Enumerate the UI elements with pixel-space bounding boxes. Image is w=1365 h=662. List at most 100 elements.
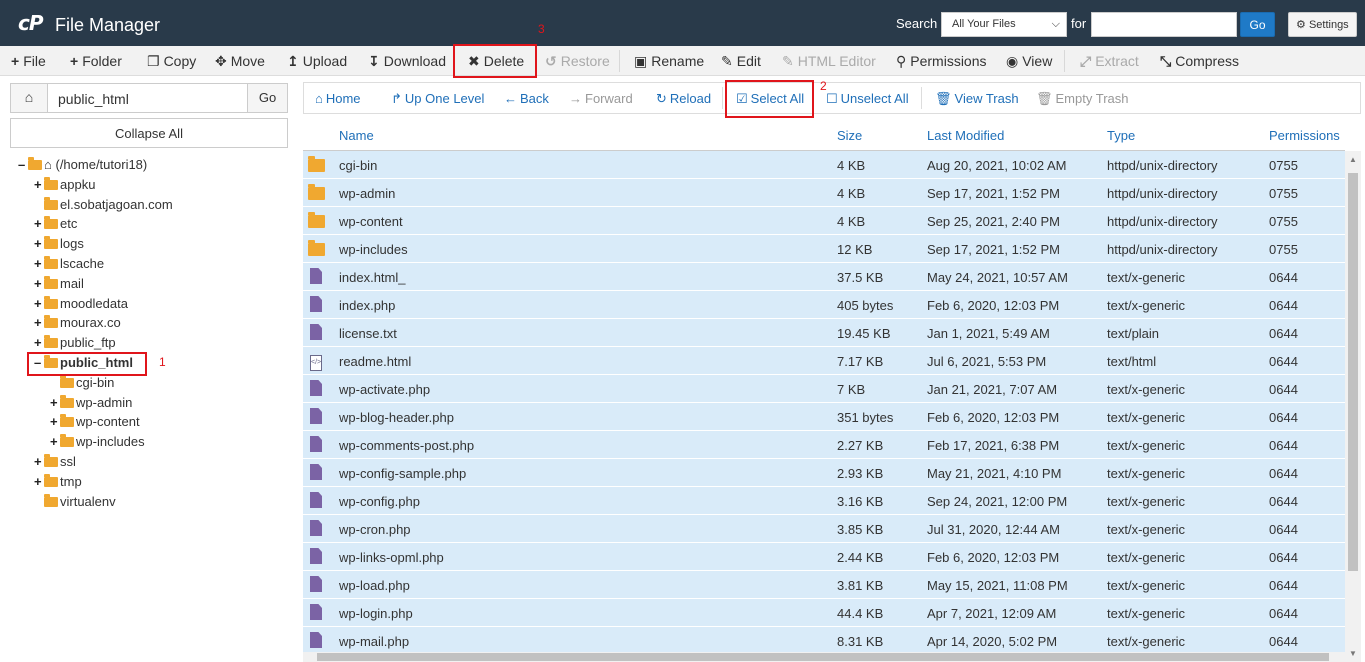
tree-item-wp-admin[interactable]: + wp-admin [50, 395, 132, 415]
vertical-scrollbar[interactable]: ▲ ▼ [1345, 151, 1361, 662]
path-input[interactable]: public_html [58, 91, 129, 107]
horizontal-scrollbar[interactable] [303, 652, 1345, 662]
expand-toggle[interactable]: + [50, 395, 60, 410]
tree-item-cgi-bin[interactable]: cgi-bin [50, 375, 114, 395]
expand-toggle[interactable]: + [34, 335, 44, 350]
expand-toggle[interactable]: + [34, 177, 44, 192]
settings-button[interactable]: ⚙ Settings [1288, 12, 1357, 37]
column-header-name[interactable]: Name [339, 128, 374, 143]
home-icon[interactable]: ⌂ [11, 84, 48, 112]
move-button[interactable]: ✥ Move [215, 53, 265, 70]
copy-button[interactable]: ❐ Copy [147, 53, 196, 70]
expand-toggle[interactable]: + [34, 236, 44, 251]
file-row[interactable]: wp-blog-header.php 351 bytes Feb 6, 2020, … [303, 403, 1345, 431]
collapse-all-button[interactable]: Collapse All [10, 118, 288, 148]
tree-item-tmp[interactable]: + tmp [34, 474, 82, 494]
expand-toggle[interactable]: + [34, 315, 44, 330]
file-row[interactable]: wp-includes 12 KB Sep 17, 2021, 1:52 PM htt… [303, 235, 1345, 263]
extract-button[interactable]: ⤢ Extract [1080, 53, 1139, 70]
file-modified: Sep 17, 2021, 1:52 PM [927, 242, 1060, 257]
tree-item-virtualenv[interactable]: virtualenv [34, 494, 116, 514]
reload-button[interactable]: ↻ Reload [656, 91, 711, 107]
up-one-level-button[interactable]: ↱ Up One Level [391, 91, 484, 107]
tree-item-moodledata[interactable]: + moodledata [34, 296, 128, 316]
download-button[interactable]: ↧ Download [368, 53, 446, 70]
permissions-button[interactable]: ⚲ Permissions [896, 53, 987, 70]
file-row[interactable]: wp-admin 4 KB Sep 17, 2021, 1:52 PM httpd/u… [303, 179, 1345, 207]
expand-toggle[interactable]: + [34, 296, 44, 311]
file-row[interactable]: index.php 405 bytes Feb 6, 2020, 12:03 PM t… [303, 291, 1345, 319]
collapse-toggle[interactable]: – [18, 157, 28, 172]
compress-button[interactable]: ⤡ Compress [1160, 53, 1239, 70]
tree-item-appku[interactable]: + appku [34, 177, 95, 197]
column-header-modified[interactable]: Last Modified [927, 128, 1004, 143]
scrollbar-thumb[interactable] [317, 653, 1329, 661]
permissions-label: Permissions [910, 53, 987, 69]
file-row[interactable]: wp-config.php 3.16 KB Sep 24, 2021, 12:00 … [303, 487, 1345, 515]
scroll-up-icon[interactable]: ▲ [1349, 155, 1357, 164]
file-modified: Sep 17, 2021, 1:52 PM [927, 186, 1060, 201]
upload-button[interactable]: ↥ Upload [287, 53, 347, 70]
column-header-size[interactable]: Size [837, 128, 862, 143]
file-row[interactable]: wp-mail.php 8.31 KB Apr 14, 2020, 5:02 PM t… [303, 627, 1345, 655]
expand-toggle[interactable]: + [34, 256, 44, 271]
unselect-all-button[interactable]: ☐ Unselect All [826, 91, 909, 107]
new-folder-button[interactable]: + Folder [70, 53, 122, 69]
file-row[interactable]: cgi-bin 4 KB Aug 20, 2021, 10:02 AM httpd/u… [303, 151, 1345, 179]
tree-item-lscache[interactable]: + lscache [34, 256, 104, 276]
file-row[interactable]: wp-content 4 KB Sep 25, 2021, 2:40 PM httpd… [303, 207, 1345, 235]
tree-root[interactable]: – ⌂ (/home/tutori18) [18, 157, 147, 177]
annotation-number: 2 [820, 79, 827, 93]
column-header-type[interactable]: Type [1107, 128, 1135, 143]
home-button[interactable]: ⌂ Home [315, 91, 361, 106]
tree-root-label: (/home/tutori18) [55, 157, 148, 172]
file-permissions: 0644 [1269, 634, 1298, 649]
tree-item-el-sobatjagoan[interactable]: el.sobatjagoan.com [34, 197, 173, 217]
expand-toggle[interactable]: + [50, 414, 60, 429]
file-row[interactable]: license.txt 19.45 KB Jan 1, 2021, 5:49 AM t… [303, 319, 1345, 347]
scroll-down-icon[interactable]: ▼ [1349, 649, 1357, 658]
search-scope-select[interactable]: All Your Files ⌵ [941, 12, 1067, 37]
scrollbar-thumb[interactable] [1348, 173, 1358, 571]
file-row[interactable]: index.html_ 37.5 KB May 24, 2021, 10:57 AM… [303, 263, 1345, 291]
file-modified: Jan 21, 2021, 7:07 AM [927, 382, 1058, 397]
expand-toggle[interactable]: + [34, 276, 44, 291]
tree-item-wp-includes[interactable]: + wp-includes [50, 434, 145, 454]
file-permissions: 0644 [1269, 494, 1298, 509]
file-row[interactable]: wp-cron.php 3.85 KB Jul 31, 2020, 12:44 AM… [303, 515, 1345, 543]
html-editor-button[interactable]: ✎ HTML Editor [782, 53, 876, 70]
file-name: index.php [339, 298, 396, 313]
expand-toggle[interactable]: + [34, 216, 44, 231]
search-go-button[interactable]: Go [1240, 12, 1275, 37]
forward-button[interactable]: → Forward [569, 91, 633, 106]
restore-button[interactable]: ↺ Restore [545, 53, 610, 70]
search-input[interactable] [1091, 12, 1237, 37]
file-row[interactable]: wp-activate.php 7 KB Jan 21, 2021, 7:07 AM… [303, 375, 1345, 403]
new-file-button[interactable]: + File [11, 53, 46, 69]
tree-item-etc[interactable]: + etc [34, 216, 77, 236]
empty-trash-button[interactable]: 🗑 Empty Trash [1036, 91, 1128, 107]
rename-button[interactable]: ▣ Rename [634, 53, 704, 70]
path-go-button[interactable]: Go [247, 84, 287, 112]
view-trash-button[interactable]: 🗑 View Trash [935, 91, 1019, 107]
expand-toggle[interactable]: + [34, 474, 44, 489]
file-row[interactable]: wp-links-opml.php 2.44 KB Feb 6, 2020, 12:… [303, 543, 1345, 571]
tree-item-mail[interactable]: + mail [34, 276, 84, 296]
column-header-permissions[interactable]: Permissions [1269, 128, 1340, 143]
tree-item-mourax[interactable]: + mourax.co [34, 315, 121, 335]
file-row[interactable]: wp-config-sample.php 2.93 KB May 21, 2021,… [303, 459, 1345, 487]
tree-item-ssl[interactable]: + ssl [34, 454, 76, 474]
tree-item-logs[interactable]: + logs [34, 236, 84, 256]
expand-toggle[interactable]: + [50, 434, 60, 449]
tree-item-wp-content[interactable]: + wp-content [50, 414, 140, 434]
file-row[interactable]: </> readme.html 7.17 KB Jul 6, 2021, 5:53 P… [303, 347, 1345, 375]
file-row[interactable]: wp-load.php 3.81 KB May 15, 2021, 11:08 PM… [303, 571, 1345, 599]
expand-toggle[interactable]: + [34, 454, 44, 469]
file-row[interactable]: wp-login.php 44.4 KB Apr 7, 2021, 12:09 AM… [303, 599, 1345, 627]
view-button[interactable]: ◉ View [1006, 53, 1052, 70]
back-button[interactable]: ← Back [504, 91, 549, 106]
cpanel-logo[interactable]: cP [18, 11, 43, 35]
file-size: 4 KB [837, 186, 866, 201]
file-row[interactable]: wp-comments-post.php 2.27 KB Feb 17, 2021,… [303, 431, 1345, 459]
edit-button[interactable]: ✎ Edit [721, 53, 761, 70]
